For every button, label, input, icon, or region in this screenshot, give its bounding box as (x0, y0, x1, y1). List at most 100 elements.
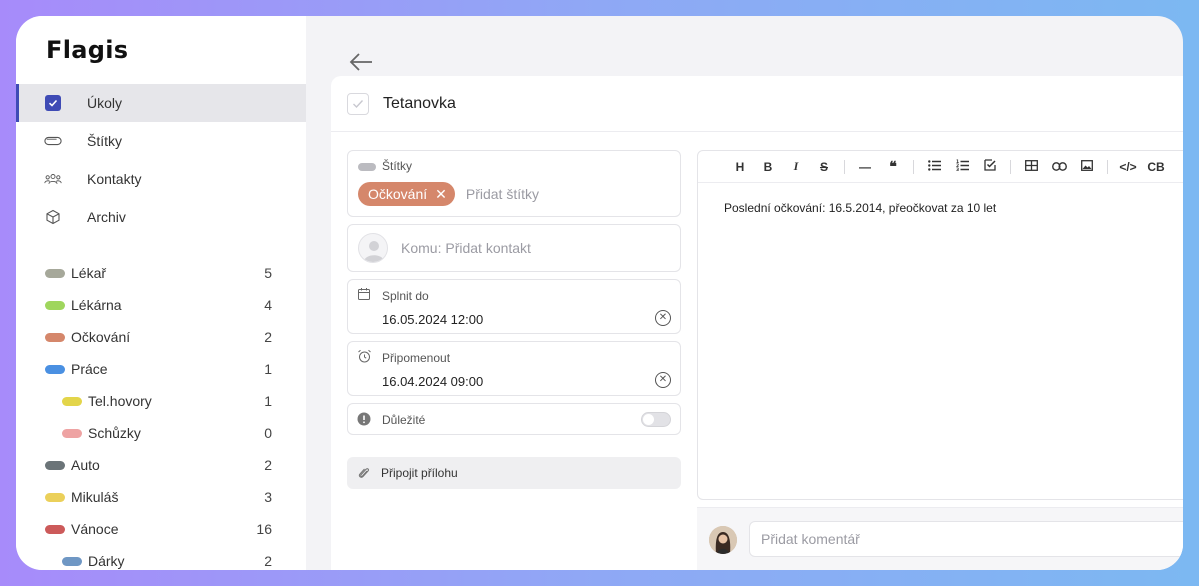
tag-color-icon (45, 524, 65, 534)
tag-color-icon (62, 556, 82, 566)
back-arrow-icon[interactable] (348, 50, 374, 74)
clear-icon[interactable]: ✕ (655, 310, 671, 326)
bullet-list-icon[interactable] (920, 159, 948, 174)
nav-item-ukoly[interactable]: Úkoly (16, 84, 306, 122)
tag-color-icon (45, 332, 65, 342)
tag-name: Práce (71, 361, 108, 377)
due-date-field[interactable]: Splnit do 16.05.2024 12:00 ✕ (347, 279, 681, 334)
close-icon[interactable]: ✕ (435, 186, 447, 203)
archive-icon (44, 208, 62, 226)
heading-button[interactable]: H (726, 160, 754, 174)
checklist-icon[interactable] (976, 159, 1004, 174)
reminder-value[interactable]: 16.04.2024 09:00 (382, 374, 483, 389)
app-logo: Flagis (46, 36, 129, 64)
tag-count: 16 (256, 521, 272, 537)
tag-list: Lékař 5 Lékárna 4 Očkování 2 Práce 1 Tel.hovory 1… (16, 257, 306, 570)
sidebar: Flagis Úkoly Štítky Kontakty Archiv Léka… (16, 16, 306, 570)
tag-chip[interactable]: Očkování ✕ (358, 182, 455, 206)
contacts-icon (44, 170, 62, 188)
nav-item-label: Úkoly (87, 95, 123, 111)
tag-name: Lékárna (71, 297, 122, 313)
tag-count: 0 (264, 425, 272, 441)
nav-item-label: Štítky (87, 133, 123, 149)
nav-item-label: Kontakty (87, 171, 142, 187)
important-field: Důležité (347, 403, 681, 435)
tag-count: 2 (264, 329, 272, 345)
nav-item-label: Archiv (87, 209, 126, 225)
tag-count: 4 (264, 297, 272, 313)
task-complete-checkbox[interactable] (347, 92, 369, 115)
tag-count: 1 (264, 393, 272, 409)
tag-count: 5 (264, 265, 272, 281)
tag-count: 2 (264, 553, 272, 569)
contact-field[interactable]: Komu: Přidat kontakt (347, 224, 681, 272)
tag-color-icon (45, 300, 65, 310)
link-icon[interactable] (1045, 160, 1073, 174)
editor-content[interactable]: Poslední očkování: 16.5.2014, přeočkovat… (698, 183, 1183, 233)
tag-item[interactable]: Očkování 2 (16, 321, 306, 353)
tag-name: Schůzky (88, 425, 141, 441)
tag-item[interactable]: Lékárna 4 (16, 289, 306, 321)
nav-item-kontakty[interactable]: Kontakty (16, 160, 306, 198)
tag-name: Vánoce (71, 521, 119, 537)
toolbar-divider (1107, 159, 1108, 174)
tag-name: Tel.hovory (88, 393, 152, 409)
tags-field[interactable]: Štítky Očkování ✕ Přidat štítky (347, 150, 681, 217)
main-nav: Úkoly Štítky Kontakty Archiv (16, 84, 306, 236)
italic-button[interactable]: I (782, 159, 810, 174)
quote-button[interactable]: ❝ (879, 158, 907, 175)
contact-input[interactable]: Komu: Přidat kontakt (401, 240, 531, 256)
clear-icon[interactable]: ✕ (655, 372, 671, 388)
avatar (709, 526, 737, 554)
tag-item[interactable]: Vánoce 16 (16, 513, 306, 545)
code-button[interactable]: </> (1114, 160, 1142, 174)
tag-item[interactable]: Lékař 5 (16, 257, 306, 289)
attach-file-label: Připojit přílohu (381, 466, 458, 480)
tag-item[interactable]: Schůzky 0 (16, 417, 306, 449)
tag-count: 3 (264, 489, 272, 505)
tag-count: 1 (264, 361, 272, 377)
code-block-button[interactable]: CB (1142, 160, 1170, 174)
tag-name: Mikuláš (71, 489, 119, 505)
toolbar-divider (1010, 159, 1011, 174)
app-window: Flagis Úkoly Štítky Kontakty Archiv Léka… (16, 16, 1183, 570)
numbered-list-icon[interactable]: 123 (948, 159, 976, 174)
table-icon[interactable] (1017, 159, 1045, 174)
tag-count: 2 (264, 457, 272, 473)
checkbox-icon (44, 94, 62, 112)
tag-chip-label: Očkování (368, 186, 428, 202)
task-title[interactable]: Tetanovka (383, 95, 456, 113)
tag-color-icon (45, 364, 65, 374)
bold-button[interactable]: B (754, 160, 782, 174)
tag-item[interactable]: Práce 1 (16, 353, 306, 385)
add-tags-input[interactable]: Přidat štítky (466, 186, 539, 202)
paperclip-icon (358, 466, 370, 484)
comment-input[interactable] (749, 521, 1183, 557)
tag-item[interactable]: Tel.hovory 1 (16, 385, 306, 417)
calendar-icon (357, 287, 371, 306)
comment-bar (697, 507, 1183, 570)
alert-icon (357, 412, 371, 431)
horizontal-rule-button[interactable]: — (851, 160, 879, 174)
attach-file-button[interactable]: Připojit přílohu (347, 457, 681, 489)
due-date-value[interactable]: 16.05.2024 12:00 (382, 312, 483, 327)
image-icon[interactable] (1073, 159, 1101, 174)
tag-name: Dárky (88, 553, 125, 569)
important-toggle[interactable] (641, 412, 671, 427)
task-header: Tetanovka (331, 76, 1183, 132)
tag-color-icon (45, 268, 65, 278)
tag-icon (357, 159, 377, 177)
reminder-field[interactable]: Připomenout 16.04.2024 09:00 ✕ (347, 341, 681, 396)
tag-color-icon (45, 460, 65, 470)
tag-item[interactable]: Auto 2 (16, 449, 306, 481)
reminder-label: Připomenout (382, 351, 451, 365)
strikethrough-button[interactable]: S (810, 160, 838, 174)
important-label: Důležité (382, 413, 426, 427)
nav-item-stitky[interactable]: Štítky (16, 122, 306, 160)
tag-item[interactable]: Mikuláš 3 (16, 481, 306, 513)
description-editor[interactable]: H B I S — ❝ 123 </> CB Poslední očkování… (697, 150, 1183, 500)
editor-toolbar: H B I S — ❝ 123 </> CB (698, 151, 1183, 183)
nav-item-archiv[interactable]: Archiv (16, 198, 306, 236)
tag-name: Lékař (71, 265, 107, 281)
tag-item[interactable]: Dárky 2 (16, 545, 306, 570)
